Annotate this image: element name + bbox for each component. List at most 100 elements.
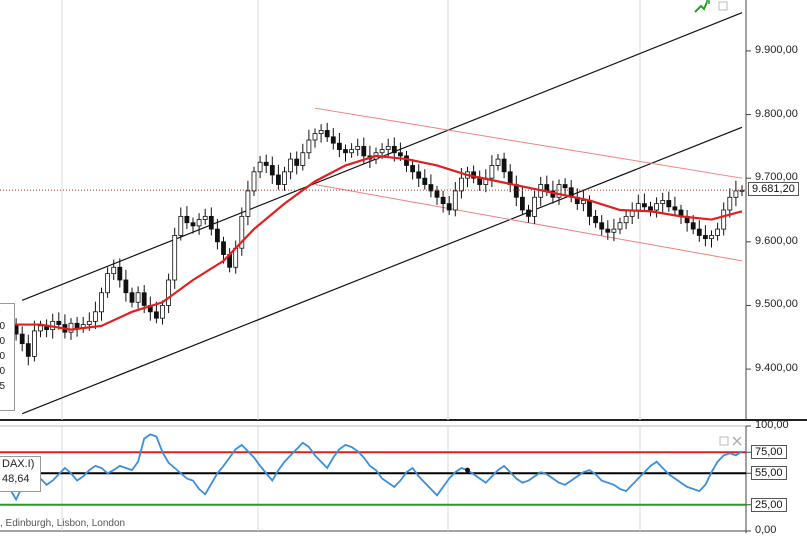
candle-body bbox=[666, 200, 672, 208]
candle-body bbox=[202, 215, 208, 220]
candle-body bbox=[709, 235, 714, 240]
rsi-tick-label: 100,00 bbox=[755, 419, 789, 431]
rsi-tick-label: 55,00 bbox=[751, 466, 787, 481]
price-tick-label: 9.600,00 bbox=[755, 234, 798, 247]
legend-fragment-6: 15 bbox=[0, 381, 6, 392]
candle-body bbox=[263, 161, 269, 166]
candle-body bbox=[440, 196, 446, 205]
candle-body bbox=[68, 322, 74, 333]
candle-body bbox=[184, 215, 190, 224]
candle-body bbox=[446, 203, 452, 211]
rsi-bands bbox=[0, 451, 746, 506]
candle-body bbox=[520, 196, 525, 211]
trend-channel-lower-line bbox=[21, 126, 743, 415]
candle-body bbox=[160, 305, 165, 319]
candle-body bbox=[38, 325, 43, 332]
candlestick-series bbox=[7, 122, 745, 366]
rsi-tick-label: 75,00 bbox=[751, 445, 787, 460]
timezone-footer: , Edinburgh, Lisbon, London bbox=[0, 518, 126, 529]
candle-body bbox=[458, 177, 464, 192]
candle-body bbox=[477, 177, 483, 185]
candle-body bbox=[495, 158, 501, 166]
candle-body bbox=[117, 266, 123, 281]
candle-body bbox=[324, 130, 330, 138]
candle-body bbox=[282, 171, 287, 185]
legend-fragment-5: 70 bbox=[0, 366, 6, 377]
candle-body bbox=[434, 190, 440, 198]
candle-body bbox=[599, 222, 605, 230]
price-axis-ticks bbox=[746, 50, 751, 370]
candle-body bbox=[214, 228, 220, 243]
current-price-label: 9.681,20 bbox=[748, 182, 799, 197]
candle-body bbox=[355, 145, 361, 150]
candle-body bbox=[654, 203, 659, 211]
candle-body bbox=[703, 235, 708, 240]
candle-body bbox=[404, 155, 409, 166]
rsi-tick-label: 25,00 bbox=[751, 497, 787, 512]
candle-body bbox=[672, 206, 678, 211]
candle-body bbox=[251, 171, 257, 192]
legend-fragment-1: r) bbox=[0, 304, 14, 319]
candle-body bbox=[696, 228, 702, 236]
candle-body bbox=[123, 279, 129, 294]
candle-body bbox=[221, 241, 226, 255]
price-tick-label: 9.400,00 bbox=[755, 362, 798, 375]
candle-body bbox=[611, 228, 617, 233]
candle-body bbox=[288, 158, 294, 173]
candle-body bbox=[361, 145, 367, 157]
candle-body bbox=[489, 165, 495, 179]
candle-body bbox=[172, 235, 178, 281]
candle-body bbox=[648, 206, 653, 211]
candle-body bbox=[135, 292, 141, 303]
close-icon[interactable] bbox=[732, 436, 742, 446]
candle-body bbox=[306, 139, 312, 154]
candle-body bbox=[605, 228, 611, 233]
candle-body bbox=[245, 190, 251, 217]
candle-body bbox=[318, 130, 324, 135]
candle-body bbox=[208, 215, 214, 230]
price-tick-label: 9.900,00 bbox=[755, 43, 798, 56]
candle-body bbox=[111, 266, 117, 275]
candle-body bbox=[623, 215, 629, 224]
candle-body bbox=[733, 190, 739, 198]
candle-body bbox=[32, 330, 37, 357]
rsi-maximize-icon[interactable] bbox=[719, 436, 729, 446]
candle-body bbox=[617, 222, 623, 230]
candle-body bbox=[312, 133, 318, 141]
candle-body bbox=[690, 222, 696, 230]
candle-body bbox=[178, 215, 184, 236]
indicator-legend-panel: r) 20 20 70 70 15 bbox=[0, 303, 15, 411]
candle-body bbox=[343, 149, 348, 154]
price-tick-label: 9.800,00 bbox=[755, 107, 798, 120]
candle-body bbox=[129, 292, 135, 303]
candle-body bbox=[642, 203, 647, 208]
candle-body bbox=[721, 209, 727, 230]
candle-body bbox=[422, 177, 428, 185]
candle-body bbox=[349, 149, 355, 154]
candle-body bbox=[593, 215, 598, 224]
candle-body bbox=[257, 161, 263, 173]
candle-body bbox=[56, 320, 62, 325]
candle-body bbox=[99, 292, 104, 313]
candle-body bbox=[300, 152, 306, 166]
candle-body bbox=[416, 171, 422, 179]
candle-body bbox=[581, 200, 586, 205]
candle-body bbox=[196, 219, 202, 227]
candle-body bbox=[379, 149, 385, 154]
pencil-trend-icon[interactable] bbox=[694, 0, 710, 13]
candle-body bbox=[727, 196, 733, 211]
candle-body bbox=[452, 190, 458, 211]
maximize-icon[interactable] bbox=[718, 1, 728, 11]
rsi-line bbox=[9, 433, 743, 502]
rsi-indicator-title: DAX.I) bbox=[2, 458, 35, 470]
candle-body bbox=[391, 145, 397, 154]
candle-body bbox=[532, 196, 537, 217]
legend-fragment-3: 20 bbox=[0, 336, 6, 347]
candle-body bbox=[141, 292, 147, 306]
candle-body bbox=[294, 158, 300, 166]
candle-body bbox=[587, 200, 592, 217]
rsi-indicator-value: 48,64 bbox=[2, 473, 30, 485]
legend-fragment-2: 20 bbox=[0, 321, 6, 332]
candle-body bbox=[715, 228, 720, 236]
candle-body bbox=[501, 158, 507, 173]
